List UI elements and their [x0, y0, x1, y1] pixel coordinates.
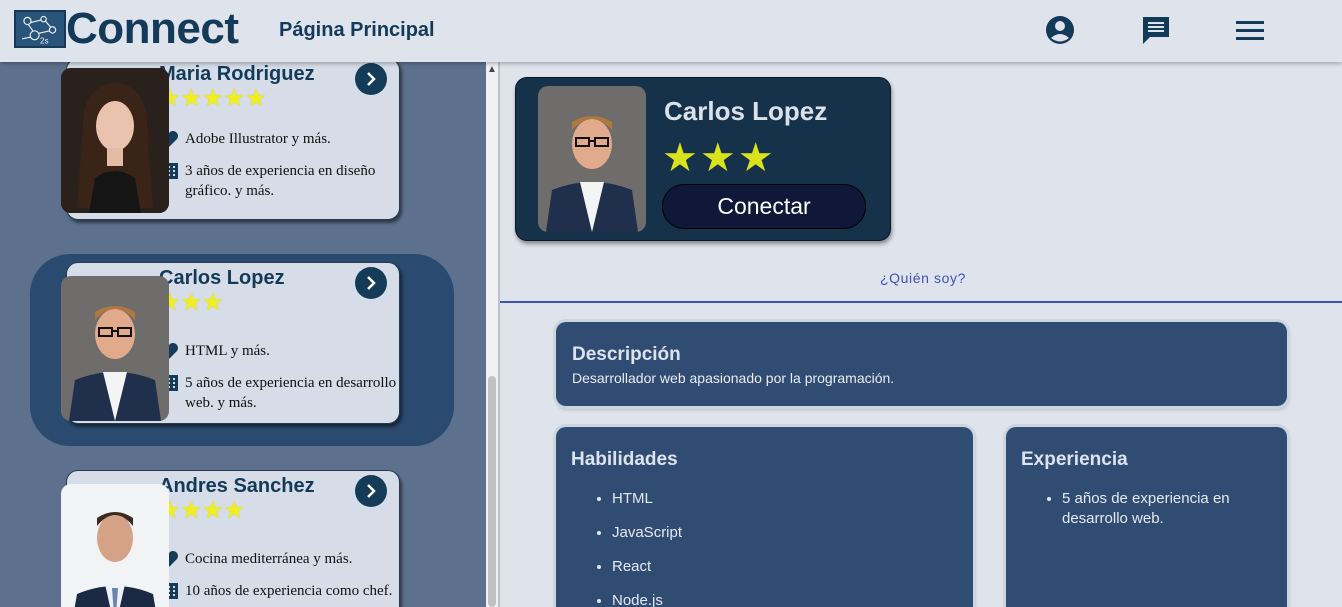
- skill-item: HTML: [612, 489, 682, 508]
- profile-card-name: Carlos Lopez: [159, 267, 285, 289]
- view-profile-button[interactable]: [355, 475, 387, 507]
- experience-text: 3 años de experiencia en diseño gráfico.…: [185, 163, 376, 199]
- chat-icon[interactable]: [1141, 14, 1171, 46]
- svg-text:2s: 2s: [40, 36, 49, 45]
- experience-row: 5 años de experiencia en desarrollo web.…: [159, 373, 415, 413]
- skill-text: Cocina mediterránea y más.: [185, 551, 353, 567]
- view-profile-button[interactable]: [355, 267, 387, 299]
- profile-avatar: [538, 86, 646, 232]
- experience-panel: Experiencia 5 años de experiencia en des…: [1006, 427, 1287, 607]
- connect-button[interactable]: Conectar: [662, 184, 866, 229]
- profile-header-card: Carlos Lopez ★★★ Conectar: [515, 77, 891, 241]
- tab-quien-soy[interactable]: ¿Quién soy?: [823, 270, 1023, 286]
- avatar: [61, 68, 169, 213]
- skill-text: HTML y más.: [185, 343, 270, 359]
- scroll-thumb[interactable]: [488, 376, 496, 607]
- experience-text: 10 años de experiencia como chef.: [185, 583, 393, 599]
- skill-row: HTML y más.: [159, 341, 415, 361]
- sidebar-scrollbar[interactable]: ▲: [486, 62, 498, 607]
- skill-item: React: [612, 557, 682, 576]
- skill-item: Node.js: [612, 591, 682, 607]
- skill-text: Adobe Illustrator y más.: [185, 131, 331, 147]
- experience-row: 10 años de experiencia como chef.: [159, 581, 415, 601]
- skills-panel: Habilidades HTML JavaScript React Node.j…: [556, 427, 973, 607]
- account-circle-icon[interactable]: [1045, 14, 1075, 46]
- experience-text: 5 años de experiencia en desarrollo web.…: [185, 375, 397, 411]
- experience-title: Experiencia: [1021, 449, 1128, 470]
- profile-list-sidebar[interactable]: Maria Rodriguez ★★★★★ Adobe Illustrator …: [0, 62, 486, 607]
- profile-card-name: Andres Sanchez: [159, 475, 315, 497]
- avatar: [61, 484, 169, 607]
- profile-name: Carlos Lopez: [664, 96, 828, 126]
- experience-item: 5 años de experiencia en desarrollo web.: [1062, 489, 1262, 529]
- skills-list: HTML JavaScript React Node.js: [612, 489, 682, 607]
- profile-card-name: Maria Rodriguez: [159, 63, 315, 85]
- scroll-up-arrow-icon[interactable]: ▲: [486, 62, 498, 76]
- app-header: 2s Connect Página Principal: [0, 0, 1342, 62]
- description-text: Desarrollador web apasionado por la prog…: [572, 370, 895, 386]
- logo-icon[interactable]: 2s: [14, 10, 66, 48]
- description-title: Descripción: [572, 344, 681, 365]
- tab-indicator: [500, 301, 1342, 303]
- avatar: [61, 276, 169, 421]
- skill-row: Cocina mediterránea y más.: [159, 549, 415, 569]
- menu-icon[interactable]: [1236, 14, 1264, 46]
- experience-row: 3 años de experiencia en diseño gráfico.…: [159, 161, 415, 201]
- skill-row: Adobe Illustrator y más.: [159, 129, 415, 149]
- rating-stars: ★★★★★: [159, 85, 267, 112]
- skills-title: Habilidades: [571, 449, 678, 470]
- description-panel: Descripción Desarrollador web apasionado…: [556, 322, 1287, 406]
- pane-divider: [498, 62, 500, 607]
- nav-home-link[interactable]: Página Principal: [279, 19, 435, 42]
- rating-stars: ★★★★: [159, 497, 246, 524]
- profile-rating-stars: ★★★: [662, 136, 776, 180]
- skill-item: JavaScript: [612, 523, 682, 542]
- view-profile-button[interactable]: [355, 63, 387, 95]
- brand-name[interactable]: Connect: [66, 4, 239, 54]
- experience-list: 5 años de experiencia en desarrollo web.: [1062, 489, 1262, 544]
